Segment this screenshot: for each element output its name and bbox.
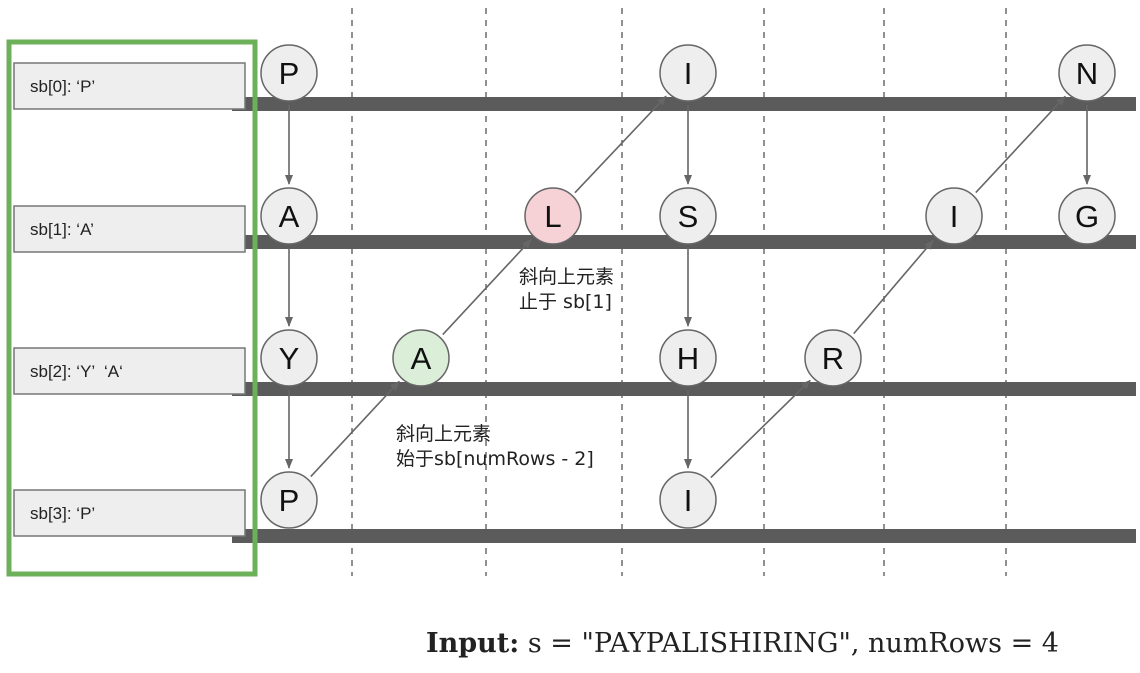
edge-arrow-10 xyxy=(853,239,934,335)
node-0: P xyxy=(260,44,318,102)
row-label-0: sb[0]: ‘P’ xyxy=(13,62,246,110)
row-label-text: sb[3]: ‘P’ xyxy=(30,504,95,523)
edge-arrow-4 xyxy=(442,238,532,336)
node-12: N xyxy=(1058,44,1116,102)
annotation-line: 始于sb[numRows - 2] xyxy=(396,448,594,470)
row-label-text: sb[0]: ‘P’ xyxy=(30,77,95,96)
node-2: Y xyxy=(260,329,318,387)
node-letter: S xyxy=(678,199,699,234)
node-letter: R xyxy=(822,341,844,376)
node-7: S xyxy=(659,187,717,245)
node-letter: H xyxy=(677,341,699,376)
row-labels: sb[0]: ‘P’ sb[1]: ‘A’ sb[2]: ‘Y’ ‘A‘ sb[3]:… xyxy=(13,62,246,537)
node-letter: Y xyxy=(279,341,300,376)
row-label-2: sb[2]: ‘Y’ ‘A‘ xyxy=(13,347,246,395)
node-9: I xyxy=(659,471,717,529)
annotation-line: 斜向上元素 xyxy=(396,423,491,445)
node-11: I xyxy=(925,187,983,245)
row-label-1: sb[1]: ‘A’ xyxy=(13,205,246,253)
input-label: Input: xyxy=(426,628,520,659)
zigzag-diagram: sb[0]: ‘P’ sb[1]: ‘A’ sb[2]: ‘Y’ ‘A‘ sb[3]:… xyxy=(6,8,1136,577)
node-13: G xyxy=(1058,187,1116,245)
node-letter: A xyxy=(279,199,300,234)
node-10: R xyxy=(804,329,862,387)
input-text: s = "PAYPALISHIRING", numRows = 4 xyxy=(527,628,1059,659)
annotation-line: 斜向上元素 xyxy=(519,266,614,288)
node-letter: I xyxy=(684,56,693,91)
node-letter: N xyxy=(1076,56,1098,91)
node-letter: P xyxy=(279,56,300,91)
node-letter: L xyxy=(544,199,561,234)
node-1: A xyxy=(260,187,318,245)
node-6: I xyxy=(659,44,717,102)
node-letter: I xyxy=(684,483,693,518)
node-letter: A xyxy=(411,341,432,376)
row-label-text: sb[2]: ‘Y’ ‘A‘ xyxy=(30,362,123,381)
node-letter: G xyxy=(1075,199,1099,234)
annotation-line: 止于 sb[1] xyxy=(519,291,612,313)
node-3: P xyxy=(260,471,318,529)
row-bar-3 xyxy=(232,529,1136,543)
annotation-0: 斜向上元素止于 sb[1] xyxy=(519,266,614,313)
annotation-1: 斜向上元素始于sb[numRows - 2] xyxy=(396,423,594,470)
node-letter: P xyxy=(279,483,300,518)
node-8: H xyxy=(659,329,717,387)
input-line: Input: s = "PAYPALISHIRING", numRows = 4 xyxy=(426,628,1059,659)
row-label-3: sb[3]: ‘P’ xyxy=(13,489,246,537)
row-label-text: sb[1]: ‘A’ xyxy=(30,220,94,239)
node-4: A xyxy=(392,329,450,387)
node-5: L xyxy=(524,187,582,245)
edges xyxy=(285,95,1091,479)
node-letter: I xyxy=(950,199,959,234)
